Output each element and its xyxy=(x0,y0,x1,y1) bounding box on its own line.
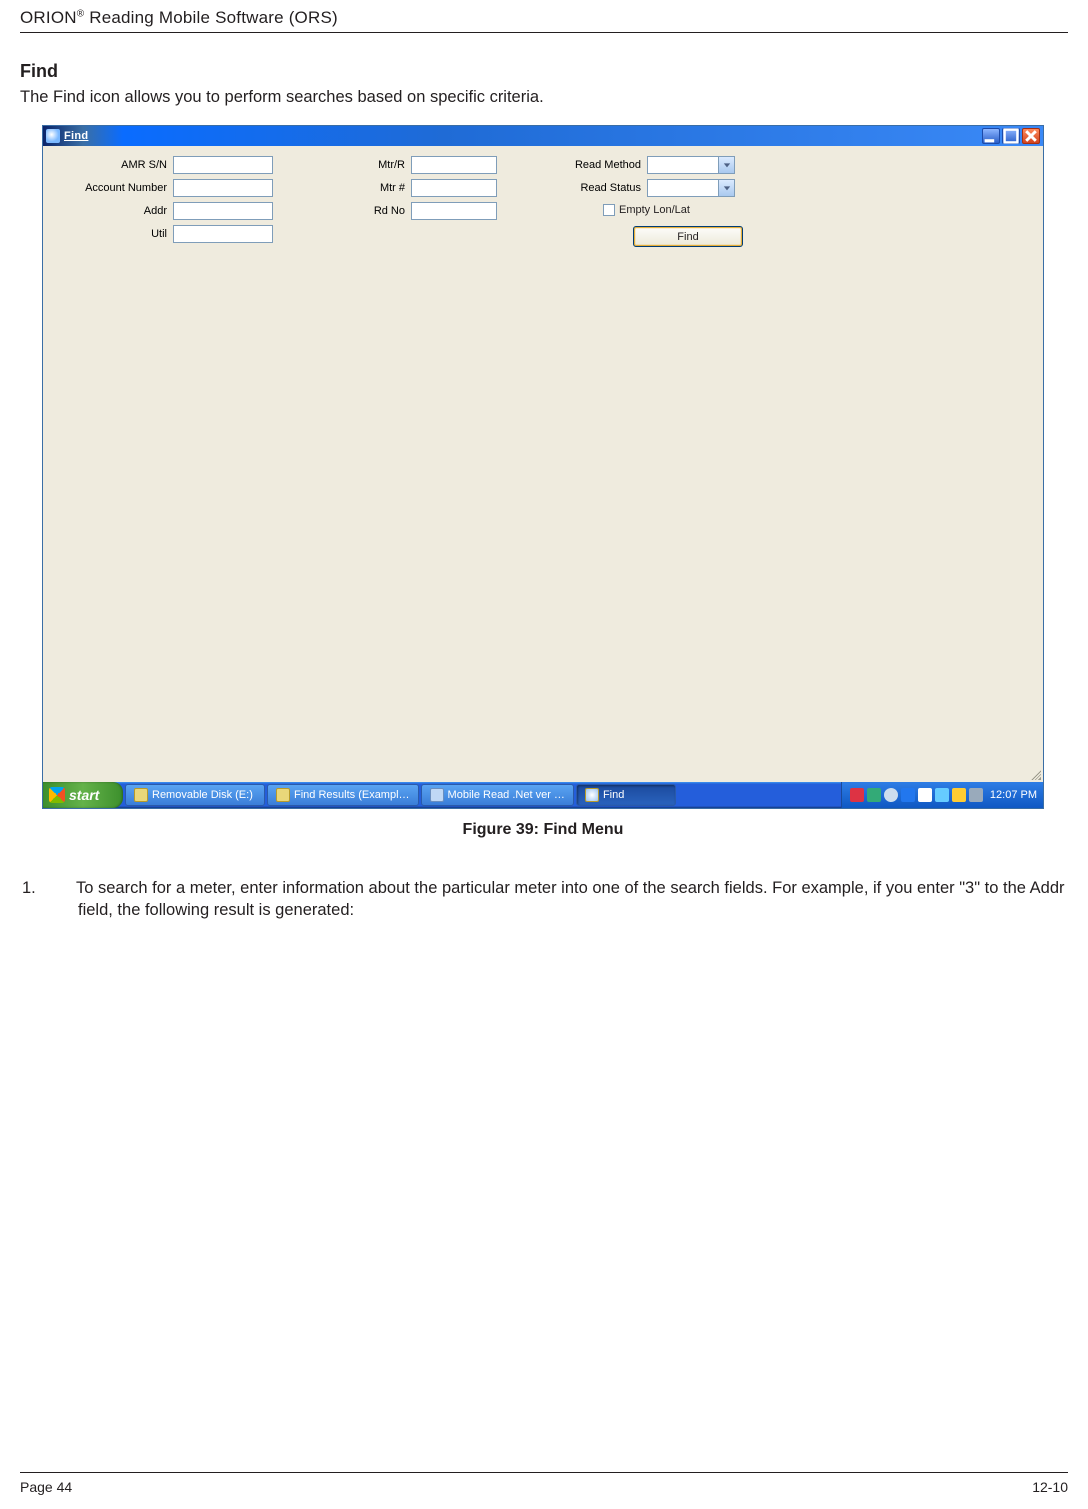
addr-input[interactable] xyxy=(173,202,273,220)
header-product: ORION xyxy=(20,8,77,27)
step-item: 1.To search for a meter, enter informati… xyxy=(78,877,1068,922)
screenshot: Find AMR S/N Account Number Addr U xyxy=(42,125,1044,839)
system-tray[interactable]: 12:07 PM xyxy=(841,782,1043,808)
tray-icon[interactable] xyxy=(901,788,915,802)
mtrnum-input[interactable] xyxy=(411,179,497,197)
find-icon xyxy=(46,129,60,143)
folder-icon xyxy=(276,788,290,802)
tray-icon[interactable] xyxy=(935,788,949,802)
amr-input[interactable] xyxy=(173,156,273,174)
taskbar-item-removable[interactable]: Removable Disk (E:) xyxy=(125,784,265,806)
util-label: Util xyxy=(51,228,173,240)
find-icon xyxy=(585,788,599,802)
taskbar-item-findresults[interactable]: Find Results (Exampl… xyxy=(267,784,419,806)
util-input[interactable] xyxy=(173,225,273,243)
step-text: To search for a meter, enter information… xyxy=(76,879,1065,919)
titlebar[interactable]: Find xyxy=(43,126,1043,146)
tray-icon[interactable] xyxy=(918,788,932,802)
windows-logo-icon xyxy=(49,787,65,803)
taskbar-item-mobileread[interactable]: Mobile Read .Net ver … xyxy=(421,784,574,806)
document-header: ORION® Reading Mobile Software (ORS) xyxy=(20,0,1068,33)
app-icon xyxy=(430,788,444,802)
step-list: 1.To search for a meter, enter informati… xyxy=(50,877,1068,922)
page-number-left: Page 44 xyxy=(20,1479,72,1495)
readmethod-combo[interactable] xyxy=(647,156,735,174)
section-title: Find xyxy=(20,61,1068,82)
window-title: Find xyxy=(64,130,982,142)
close-button[interactable] xyxy=(1022,128,1040,144)
taskbar: start Removable Disk (E:) Find Results (… xyxy=(43,782,1043,808)
mtrnum-label: Mtr # xyxy=(331,182,411,194)
chevron-down-icon xyxy=(718,157,734,173)
tray-icon[interactable] xyxy=(952,788,966,802)
readmethod-label: Read Method xyxy=(543,159,647,171)
folder-icon xyxy=(134,788,148,802)
document-footer: Page 44 12-10 xyxy=(20,1472,1068,1495)
amr-label: AMR S/N xyxy=(51,159,173,171)
page-number-right: 12-10 xyxy=(1032,1479,1068,1495)
readstatus-combo[interactable] xyxy=(647,179,735,197)
chevron-down-icon xyxy=(718,180,734,196)
tray-icon[interactable] xyxy=(969,788,983,802)
readstatus-label: Read Status xyxy=(543,182,647,194)
figure-caption: Figure 39: Find Menu xyxy=(42,821,1044,839)
find-button[interactable]: Find xyxy=(633,226,743,247)
rdno-label: Rd No xyxy=(331,205,411,217)
mtrr-label: Mtr/R xyxy=(331,159,411,171)
rdno-input[interactable] xyxy=(411,202,497,220)
window-body: AMR S/N Account Number Addr Util Mtr/R xyxy=(43,146,1043,782)
tray-icon[interactable] xyxy=(850,788,864,802)
start-button[interactable]: start xyxy=(43,782,123,808)
maximize-button[interactable] xyxy=(1002,128,1020,144)
resize-grip[interactable] xyxy=(1029,768,1041,780)
clock: 12:07 PM xyxy=(986,789,1037,801)
addr-label: Addr xyxy=(51,205,173,217)
minimize-button[interactable] xyxy=(982,128,1000,144)
section-description: The Find icon allows you to perform sear… xyxy=(20,88,1068,107)
find-window: Find AMR S/N Account Number Addr U xyxy=(42,125,1044,809)
tray-icon[interactable] xyxy=(867,788,881,802)
acct-input[interactable] xyxy=(173,179,273,197)
header-rest: Reading Mobile Software (ORS) xyxy=(84,8,338,27)
tray-icon[interactable] xyxy=(884,788,898,802)
taskbar-item-find[interactable]: Find xyxy=(576,784,676,806)
acct-label: Account Number xyxy=(51,182,173,194)
emptylonlat-checkbox[interactable] xyxy=(603,204,615,216)
mtrr-input[interactable] xyxy=(411,156,497,174)
emptylonlat-label: Empty Lon/Lat xyxy=(619,204,690,216)
step-number: 1. xyxy=(50,877,76,899)
